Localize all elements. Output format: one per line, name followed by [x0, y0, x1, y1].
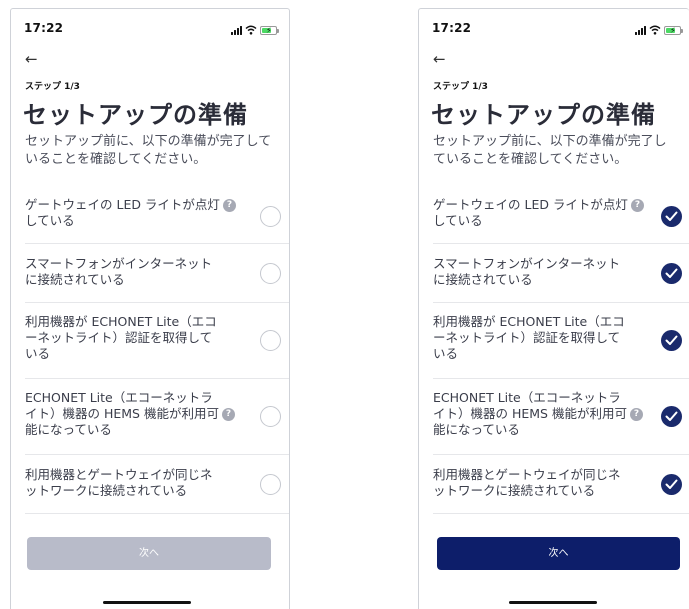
phone-screen-checked: 17:22 ⚡ ← ステップ 1/3 セットアップの準備 セットアップ前に、以下…	[418, 8, 689, 609]
signal-icon	[635, 25, 646, 35]
checklist-item[interactable]: 利用機器が ECHONET Lite（エコ ーネットライト）認証を取得して いる	[25, 302, 289, 379]
help-icon[interactable]: ?	[221, 408, 235, 421]
checkbox-unchecked-icon[interactable]	[260, 406, 281, 427]
checkbox-checked-icon[interactable]	[661, 206, 682, 227]
item-label-line: 利用機器とゲートウェイが同じネ	[25, 467, 213, 482]
item-label-line: イト）機器の HEMS 機能が利用可	[25, 406, 219, 421]
checkbox-unchecked-icon[interactable]	[260, 474, 281, 495]
item-label-line: 利用機器が ECHONET Lite（エコ	[433, 314, 625, 329]
checkbox-checked-icon[interactable]	[661, 330, 682, 351]
phone-screen-unchecked: 17:22 ⚡ ← ステップ 1/3 セットアップの準備 セットアップ前に、以下…	[10, 8, 290, 609]
help-icon[interactable]: ?	[222, 199, 236, 212]
item-label-line: ゲートウェイの LED ライトが点灯	[433, 197, 628, 212]
item-label-line: 利用機器が ECHONET Lite（エコ	[25, 314, 217, 329]
wifi-icon	[649, 25, 661, 35]
signal-icon	[231, 25, 242, 35]
checklist-item[interactable]: ゲートウェイの LED ライトが点灯? している	[433, 185, 689, 244]
item-label-line: ットワークに接続されている	[25, 483, 188, 498]
help-icon[interactable]: ?	[630, 199, 644, 212]
battery-icon: ⚡	[664, 26, 683, 35]
item-label-line: している	[433, 213, 483, 228]
help-icon[interactable]: ?	[629, 408, 643, 421]
status-time: 17:22	[24, 21, 64, 35]
checklist-item[interactable]: 利用機器が ECHONET Lite（エコ ーネットライト）認証を取得して いる	[433, 302, 689, 379]
step-label: ステップ 1/3	[25, 82, 80, 92]
item-label-line: ーネットライト）認証を取得して	[433, 330, 621, 345]
wifi-icon	[245, 25, 257, 35]
item-label-line: スマートフォンがインターネット	[433, 256, 621, 271]
checklist-item[interactable]: 利用機器とゲートウェイが同じネ ットワークに接続されている	[433, 454, 689, 514]
item-label-line: ットワークに接続されている	[433, 483, 596, 498]
system-icons: ⚡	[231, 23, 279, 35]
checkbox-unchecked-icon[interactable]	[260, 263, 281, 284]
checklist-item[interactable]: スマートフォンがインターネット に接続されている	[25, 243, 289, 303]
home-indicator	[509, 601, 597, 604]
item-label-line: スマートフォンがインターネット	[25, 256, 213, 271]
checklist-item[interactable]: ゲートウェイの LED ライトが点灯? している	[25, 185, 289, 244]
next-button[interactable]: 次へ	[437, 537, 680, 570]
back-arrow-icon[interactable]: ←	[25, 51, 38, 67]
item-label-line: に接続されている	[433, 272, 533, 287]
checklist-item[interactable]: 利用機器とゲートウェイが同じネ ットワークに接続されている	[25, 454, 289, 514]
checkbox-checked-icon[interactable]	[661, 263, 682, 284]
item-label-line: 能になっている	[25, 422, 112, 437]
status-time: 17:22	[432, 21, 472, 35]
checklist-item[interactable]: ECHONET Lite（エコーネットラ イト）機器の HEMS 機能が利用可? 能…	[25, 378, 289, 455]
checkbox-checked-icon[interactable]	[661, 474, 682, 495]
step-label: ステップ 1/3	[433, 82, 488, 92]
checklist-item[interactable]: スマートフォンがインターネット に接続されている	[433, 243, 689, 303]
next-button-disabled[interactable]: 次へ	[27, 537, 271, 570]
item-label-line: ーネットライト）認証を取得して	[25, 330, 213, 345]
item-label-line: ECHONET Lite（エコーネットラ	[25, 390, 213, 405]
home-indicator	[103, 601, 191, 604]
page-description: セットアップ前に、以下の準備が完了していることを確認してください。	[25, 134, 272, 167]
checkbox-unchecked-icon[interactable]	[260, 206, 281, 227]
item-label-line: している	[25, 213, 75, 228]
page-title: セットアップの準備	[23, 101, 248, 129]
page-description: セットアップ前に、以下の準備が完了していることを確認してください。	[433, 134, 667, 167]
item-label-line: いる	[433, 346, 459, 361]
battery-icon: ⚡	[260, 26, 279, 35]
item-label-line: ECHONET Lite（エコーネットラ	[433, 390, 621, 405]
back-arrow-icon[interactable]: ←	[433, 51, 446, 67]
system-icons: ⚡	[635, 23, 683, 35]
checkbox-checked-icon[interactable]	[661, 406, 682, 427]
item-label-line: いる	[25, 346, 51, 361]
checklist-item[interactable]: ECHONET Lite（エコーネットラ イト）機器の HEMS 機能が利用可? 能…	[433, 378, 689, 455]
page-title: セットアップの準備	[431, 101, 656, 129]
item-label-line: に接続されている	[25, 272, 125, 287]
status-bar: 17:22 ⚡	[24, 21, 279, 37]
status-bar: 17:22 ⚡	[432, 21, 683, 37]
item-label-line: 能になっている	[433, 422, 520, 437]
item-label-line: イト）機器の HEMS 機能が利用可	[433, 406, 627, 421]
checkbox-unchecked-icon[interactable]	[260, 330, 281, 351]
item-label-line: 利用機器とゲートウェイが同じネ	[433, 467, 621, 482]
item-label-line: ゲートウェイの LED ライトが点灯	[25, 197, 220, 212]
